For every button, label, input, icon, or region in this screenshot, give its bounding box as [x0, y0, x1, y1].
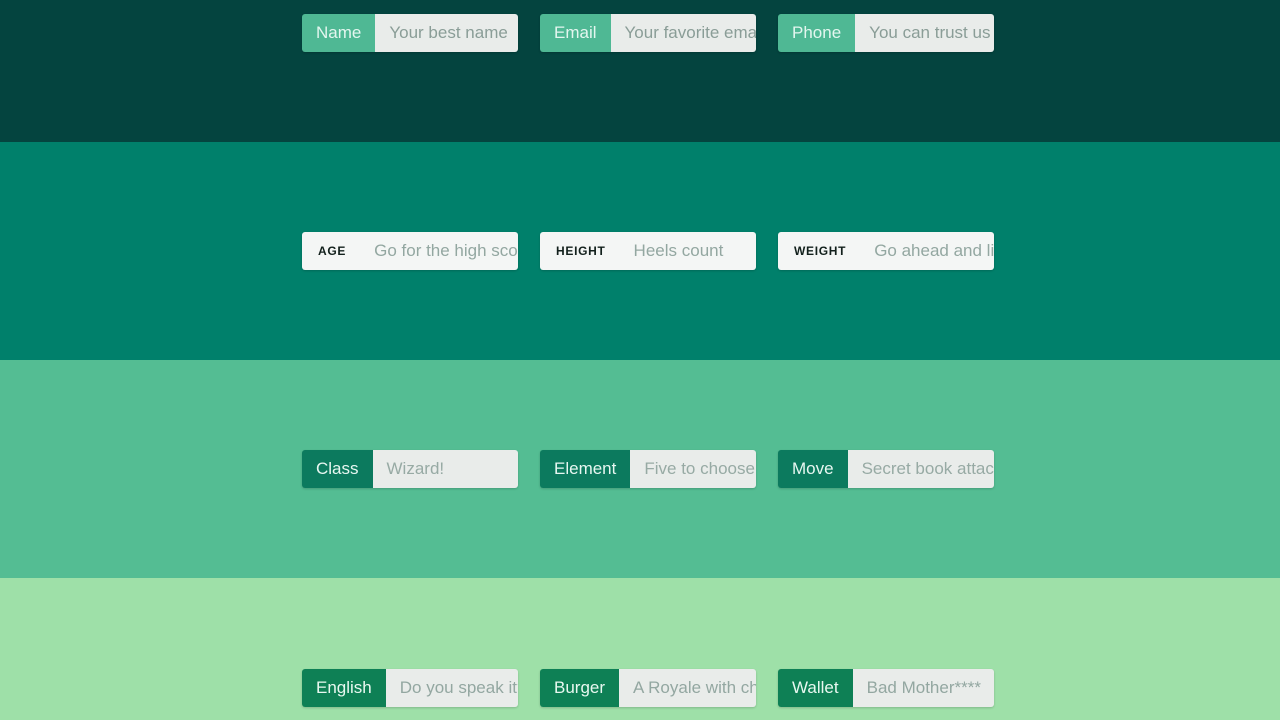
field-phone-placeholder: You can trust us	[869, 23, 990, 43]
field-class-label: Class	[302, 450, 373, 488]
field-name-input[interactable]: Your best name	[375, 14, 518, 52]
field-email-label: Email	[540, 14, 611, 52]
field-class-input[interactable]: Wizard!	[373, 450, 518, 488]
field-english-label: English	[302, 669, 386, 707]
field-burger-input[interactable]: A Royale with cheese	[619, 669, 756, 707]
field-class[interactable]: Class Wizard!	[302, 450, 518, 488]
field-english[interactable]: English Do you speak it?	[302, 669, 518, 707]
field-email[interactable]: Email Your favorite email	[540, 14, 756, 52]
band-medium-teal: AGE Go for the high score HEIGHT Heels c…	[0, 142, 1280, 360]
field-burger-label: Burger	[540, 669, 619, 707]
field-height-label: HEIGHT	[540, 232, 622, 270]
field-row-3: Class Wizard! Element Five to choose fro…	[0, 450, 1280, 488]
field-wallet-placeholder: Bad Mother****	[867, 678, 981, 698]
field-phone-input[interactable]: You can trust us	[855, 14, 994, 52]
field-age[interactable]: AGE Go for the high score	[302, 232, 518, 270]
field-weight-input[interactable]: Go ahead and lie	[862, 232, 994, 270]
field-burger-placeholder: A Royale with cheese	[633, 678, 756, 698]
field-english-placeholder: Do you speak it?	[400, 678, 518, 698]
band-pale-green: English Do you speak it? Burger A Royale…	[0, 578, 1280, 720]
field-age-placeholder: Go for the high score	[374, 241, 518, 261]
field-phone-label: Phone	[778, 14, 855, 52]
page-root: Name Your best name Email Your favorite …	[0, 0, 1280, 720]
band-light-green: Class Wizard! Element Five to choose fro…	[0, 360, 1280, 578]
field-move[interactable]: Move Secret book attack	[778, 450, 994, 488]
field-class-placeholder: Wizard!	[387, 459, 445, 479]
field-name-placeholder: Your best name	[389, 23, 507, 43]
field-name[interactable]: Name Your best name	[302, 14, 518, 52]
field-wallet-input[interactable]: Bad Mother****	[853, 669, 994, 707]
field-age-input[interactable]: Go for the high score	[362, 232, 518, 270]
field-element-placeholder: Five to choose from	[644, 459, 756, 479]
field-element[interactable]: Element Five to choose from	[540, 450, 756, 488]
field-height-placeholder: Heels count	[634, 241, 724, 261]
field-email-placeholder: Your favorite email	[625, 23, 756, 43]
field-row-2: AGE Go for the high score HEIGHT Heels c…	[0, 232, 1280, 270]
band-dark-teal: Name Your best name Email Your favorite …	[0, 0, 1280, 142]
field-height[interactable]: HEIGHT Heels count	[540, 232, 756, 270]
field-move-placeholder: Secret book attack	[862, 459, 994, 479]
field-weight-label: WEIGHT	[778, 232, 862, 270]
field-wallet-label: Wallet	[778, 669, 853, 707]
field-email-input[interactable]: Your favorite email	[611, 14, 756, 52]
field-row-4: English Do you speak it? Burger A Royale…	[0, 669, 1280, 707]
field-weight-placeholder: Go ahead and lie	[874, 241, 994, 261]
field-height-input[interactable]: Heels count	[622, 232, 756, 270]
field-move-input[interactable]: Secret book attack	[848, 450, 994, 488]
field-move-label: Move	[778, 450, 848, 488]
field-row-1: Name Your best name Email Your favorite …	[0, 14, 1280, 52]
field-weight[interactable]: WEIGHT Go ahead and lie	[778, 232, 994, 270]
field-element-label: Element	[540, 450, 630, 488]
field-burger[interactable]: Burger A Royale with cheese	[540, 669, 756, 707]
field-phone[interactable]: Phone You can trust us	[778, 14, 994, 52]
field-wallet[interactable]: Wallet Bad Mother****	[778, 669, 994, 707]
field-name-label: Name	[302, 14, 375, 52]
field-element-input[interactable]: Five to choose from	[630, 450, 756, 488]
field-english-input[interactable]: Do you speak it?	[386, 669, 518, 707]
field-age-label: AGE	[302, 232, 362, 270]
